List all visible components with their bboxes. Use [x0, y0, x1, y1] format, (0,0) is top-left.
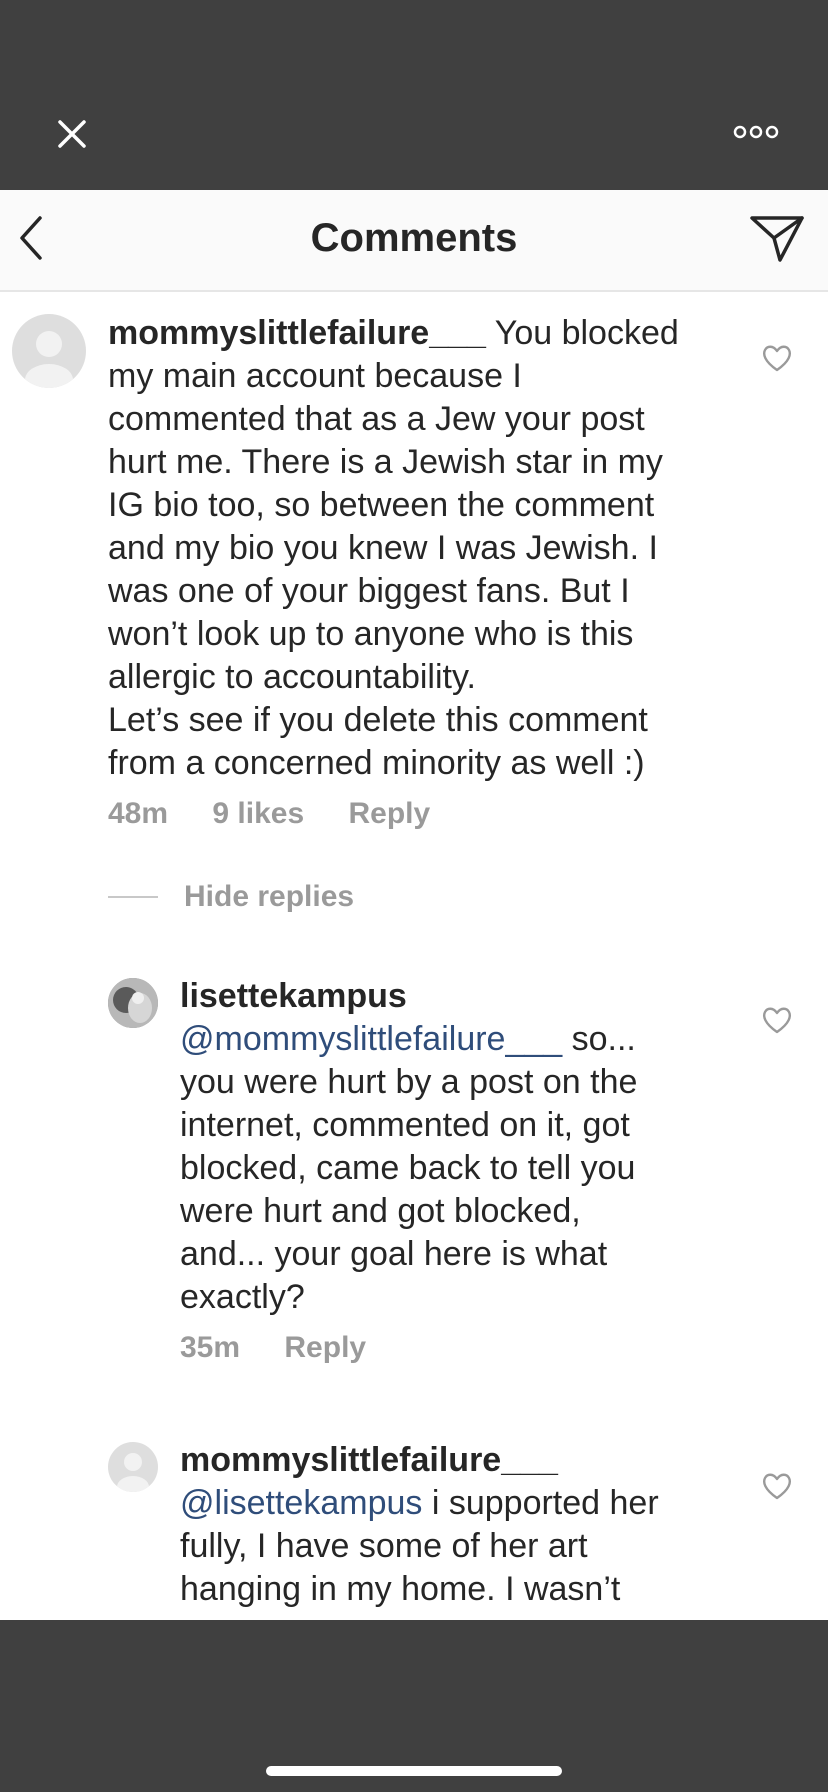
- reply-line: exactly?: [180, 1278, 305, 1316]
- comments-header: Comments: [0, 190, 828, 292]
- comment-line: You blocked: [485, 314, 679, 352]
- reply-line: you were hurt by a post on the: [180, 1063, 638, 1101]
- comment-line: IG bio too, so between the comment: [108, 486, 655, 524]
- paper-plane-icon: [750, 216, 804, 262]
- heart-icon: [763, 1007, 791, 1034]
- viewer-top-bar: [0, 0, 828, 190]
- reply-mention[interactable]: @mommyslittlefailure___: [180, 1020, 562, 1058]
- hide-replies-button[interactable]: Hide replies: [108, 880, 354, 914]
- avatar[interactable]: [108, 1442, 158, 1492]
- comment-line: Let’s see if you delete this comment: [108, 701, 648, 739]
- reply-line: hanging in my home. I wasn’t: [180, 1570, 621, 1608]
- comment-text: mommyslittlefailure___ You blocked my ma…: [108, 312, 728, 785]
- reply-username[interactable]: mommyslittlefailure___: [180, 1441, 558, 1479]
- profile-photo-icon: [108, 978, 158, 1028]
- comment-line: won’t look up to anyone who is this: [108, 615, 634, 653]
- default-avatar-icon: [25, 331, 73, 388]
- more-options-button[interactable]: [730, 118, 782, 146]
- reply-text: mommyslittlefailure___ @lisettekampus i …: [180, 1439, 740, 1611]
- reply-line: i supported her: [422, 1484, 659, 1522]
- comment-likes[interactable]: 9 likes: [212, 797, 304, 830]
- comment-line: my main account because I: [108, 357, 522, 395]
- reply-username[interactable]: lisettekampus: [180, 977, 407, 1015]
- reply-text: lisettekampus @mommyslittlefailure___ so…: [180, 975, 740, 1319]
- reply-line: so...: [562, 1020, 636, 1058]
- reply-mention[interactable]: @lisettekampus: [180, 1484, 422, 1522]
- reply-item: mommyslittlefailure___ @lisettekampus i …: [180, 1439, 740, 1611]
- reply-line: internet, commented on it, got: [180, 1106, 630, 1144]
- comment-line: commented that as a Jew your post: [108, 400, 645, 438]
- comment-item: mommyslittlefailure___ You blocked my ma…: [108, 312, 728, 831]
- like-button[interactable]: [760, 1470, 794, 1502]
- reply-line: fully, I have some of her art: [180, 1527, 588, 1565]
- avatar[interactable]: [12, 314, 86, 388]
- close-button[interactable]: [50, 112, 94, 156]
- close-icon: [58, 120, 86, 148]
- comment-line: and my bio you knew I was Jewish. I: [108, 529, 658, 567]
- reply-line: blocked, came back to tell you: [180, 1149, 636, 1187]
- comment-time: 48m: [108, 797, 169, 830]
- heart-icon: [763, 1473, 791, 1500]
- home-indicator[interactable]: [266, 1766, 562, 1776]
- reply-line: and... your goal here is what: [180, 1235, 608, 1273]
- divider: [108, 896, 158, 898]
- share-button[interactable]: [748, 212, 806, 264]
- reply-item: lisettekampus @mommyslittlefailure___ so…: [180, 975, 740, 1365]
- reply-time: 35m: [180, 1331, 241, 1364]
- comment-line: hurt me. There is a Jewish star in my: [108, 443, 663, 481]
- comments-screenshot: Comments mommyslittlefailure___ You bloc…: [0, 190, 828, 1620]
- avatar[interactable]: [108, 978, 158, 1028]
- comment-line: was one of your biggest fans. But I: [108, 572, 630, 610]
- like-button[interactable]: [760, 342, 794, 374]
- comment-meta: 48m 9 likes Reply: [108, 797, 728, 831]
- reply-meta: 35m Reply: [180, 1331, 740, 1365]
- reply-button[interactable]: Reply: [348, 797, 430, 830]
- comment-line: allergic to accountability.: [108, 658, 476, 696]
- more-options-icon: [733, 125, 779, 139]
- heart-icon: [763, 345, 791, 372]
- like-button[interactable]: [760, 1004, 794, 1036]
- default-avatar-icon: [117, 1453, 149, 1492]
- comment-username[interactable]: mommyslittlefailure___: [108, 314, 486, 352]
- reply-button[interactable]: Reply: [284, 1331, 366, 1364]
- comment-line: from a concerned minority as well :): [108, 744, 645, 782]
- reply-line: were hurt and got blocked,: [180, 1192, 581, 1230]
- page-title: Comments: [310, 216, 518, 260]
- hide-replies-label: Hide replies: [184, 880, 355, 913]
